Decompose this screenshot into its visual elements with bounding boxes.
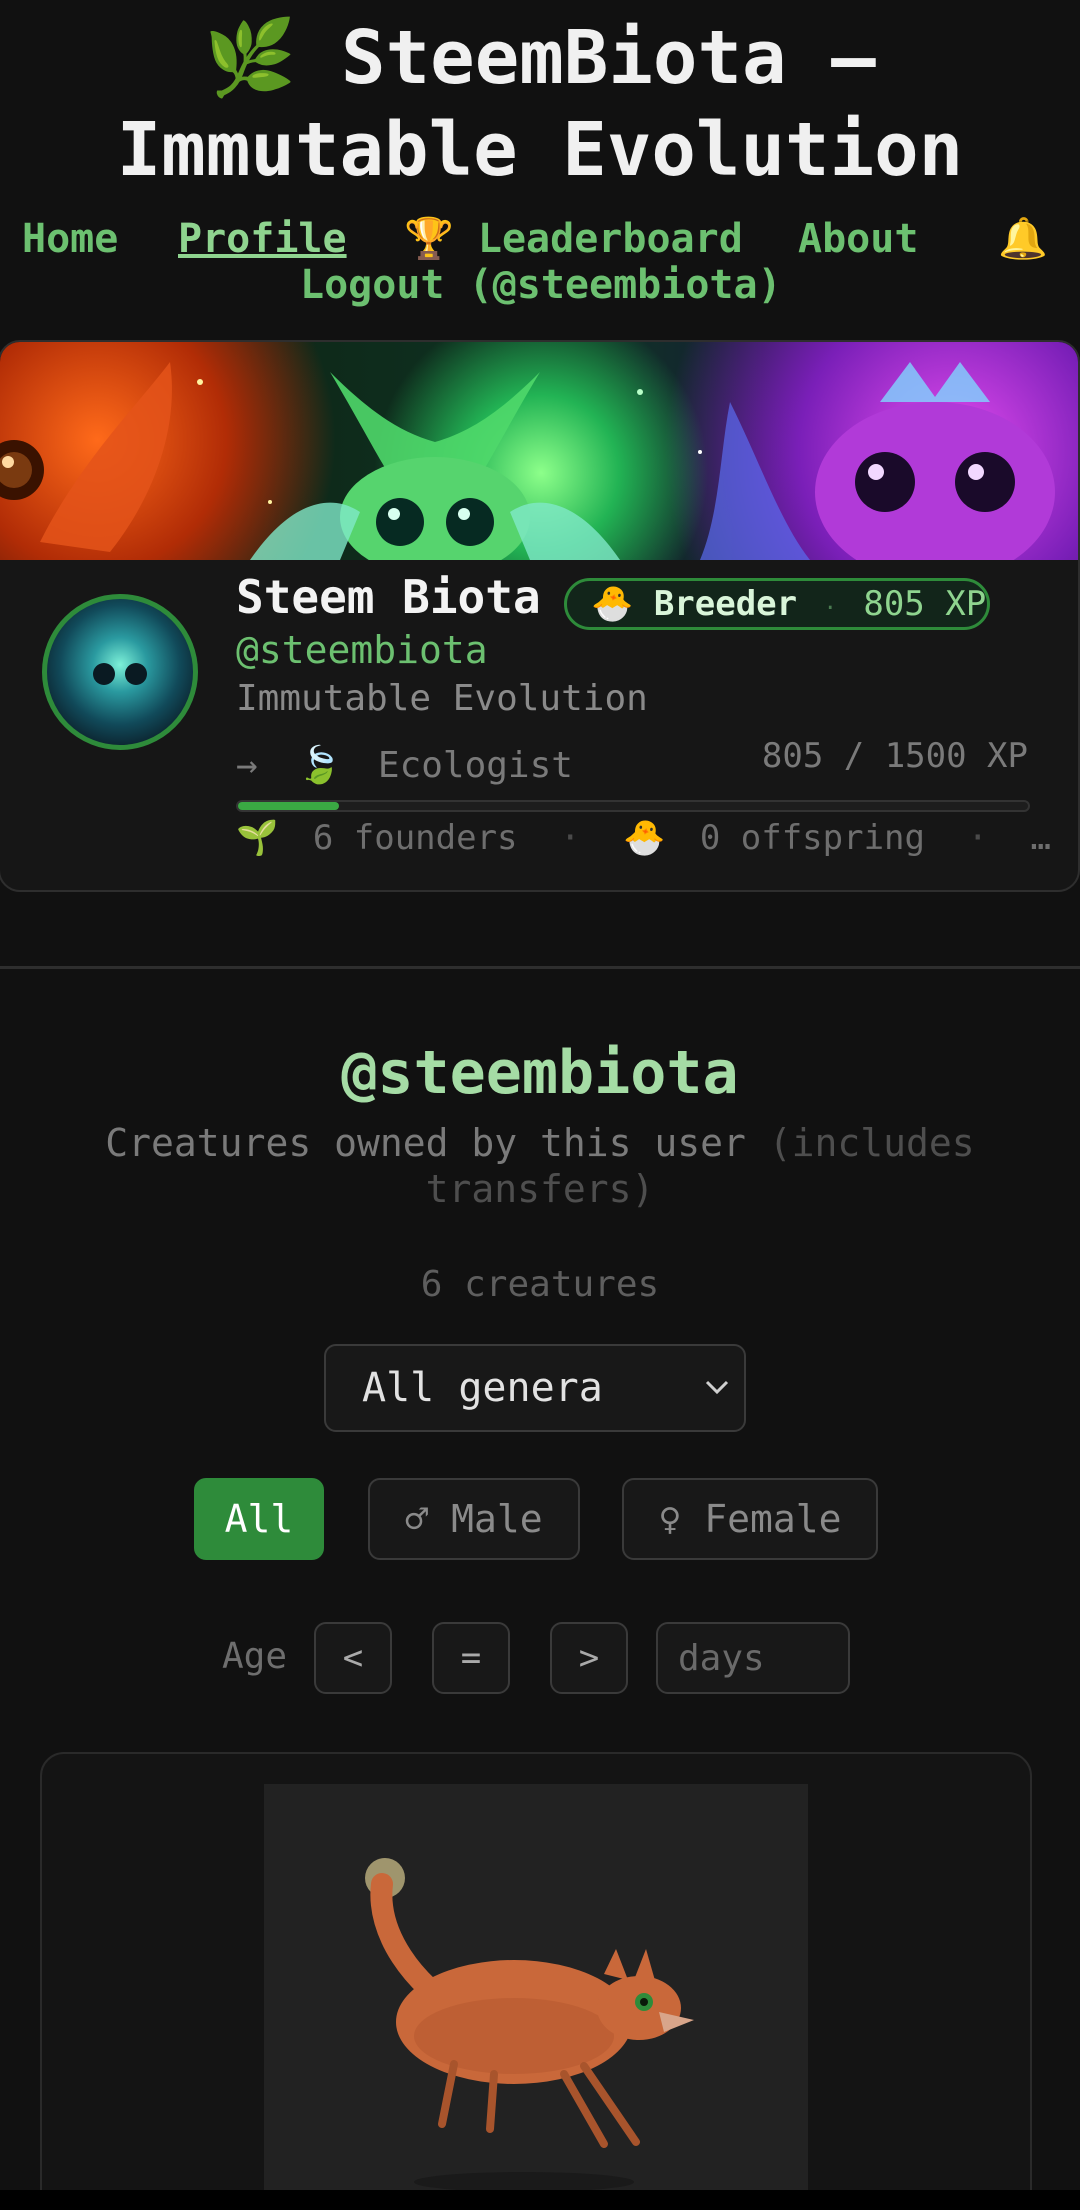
rank-icon: 🐣 <box>591 584 634 624</box>
bottom-edge-bar <box>0 2190 1080 2210</box>
profile-tagline: Immutable Evolution <box>236 678 648 719</box>
site-title: 🌿 SteemBiota — Immutable Evolution <box>0 12 1080 196</box>
more-stats: … <box>1030 818 1051 858</box>
rank-label: Breeder <box>653 584 798 624</box>
next-rank-label: Ecologist <box>377 745 573 786</box>
profile-display-name: Steem Biota <box>236 570 541 624</box>
nav-about-link[interactable]: About <box>798 216 918 262</box>
profile-banner <box>0 342 1078 582</box>
fox-creature-illustration <box>365 1858 694 2192</box>
banner-creatures-illustration <box>0 362 1055 582</box>
profile-handle[interactable]: @steembiota <box>236 628 488 672</box>
seedling-icon: 🌱 <box>236 818 279 858</box>
genus-select-value: All genera <box>362 1365 603 1411</box>
age-days-input[interactable] <box>656 1622 850 1694</box>
avatar-eye-right <box>125 663 147 685</box>
filter-male-button[interactable]: ♂ Male <box>368 1478 580 1560</box>
filter-all-button[interactable]: All <box>194 1478 324 1560</box>
founders-count: 6 founders <box>312 818 518 858</box>
rank-separator: · <box>823 596 837 621</box>
arrow-right-icon: → <box>236 745 258 786</box>
profile-avatar <box>42 594 198 750</box>
nav-logout-link[interactable]: Logout (@steembiota) <box>300 262 782 308</box>
site-title-line1: 🌿 SteemBiota — <box>204 15 876 101</box>
xp-progress-bar <box>236 800 1030 812</box>
bell-icon[interactable]: 🔔 <box>998 216 1048 262</box>
stats-separator: · <box>560 818 581 858</box>
creature-image <box>264 1784 808 2204</box>
nav-home-link[interactable]: Home <box>22 216 118 262</box>
chevron-down-icon <box>705 1380 729 1395</box>
rank-badge: 🐣 Breeder · 805 XP <box>564 578 990 630</box>
xp-progress-fill <box>238 802 339 810</box>
owner-handle-heading: @steembiota <box>341 1038 739 1108</box>
creature-card[interactable] <box>40 1752 1032 2210</box>
owner-subtitle-main: Creatures owned by this user <box>105 1121 746 1165</box>
page: 🌿 SteemBiota — Immutable Evolution Home … <box>0 0 1080 2210</box>
age-equals-button[interactable]: = <box>432 1622 510 1694</box>
next-rank: → 🍃 Ecologist <box>236 744 573 786</box>
age-less-than-button[interactable]: < <box>314 1622 392 1694</box>
profile-card: Steem Biota 🐣 Breeder · 805 XP @steembio… <box>0 340 1080 892</box>
hatching-chick-icon: 🐣 <box>622 818 666 858</box>
nav-leaderboard-link[interactable]: 🏆 Leaderboard <box>404 216 743 262</box>
creature-count: 6 creatures <box>420 1264 660 1305</box>
age-greater-than-button[interactable]: > <box>550 1622 628 1694</box>
stats-separator: · <box>967 818 988 858</box>
filter-female-button[interactable]: ♀ Female <box>622 1478 878 1560</box>
nav-profile-link[interactable]: Profile <box>178 216 347 262</box>
section-divider <box>0 966 1080 969</box>
site-title-line2: Immutable Evolution <box>116 107 964 193</box>
age-filter-label: Age <box>222 1636 288 1677</box>
leaf-icon: 🍃 <box>297 745 343 786</box>
genus-select[interactable]: All genera <box>324 1344 746 1432</box>
owner-subtitle: Creatures owned by this user (includes t… <box>80 1120 1000 1212</box>
profile-stats: 🌱 6 founders · 🐣 0 offspring · … <box>236 818 1051 858</box>
rank-xp: 805 XP <box>863 584 987 624</box>
avatar-eye-left <box>93 663 115 685</box>
xp-progress-text: 805 / 1500 XP <box>761 736 1028 776</box>
offspring-count: 0 offspring <box>699 818 925 858</box>
